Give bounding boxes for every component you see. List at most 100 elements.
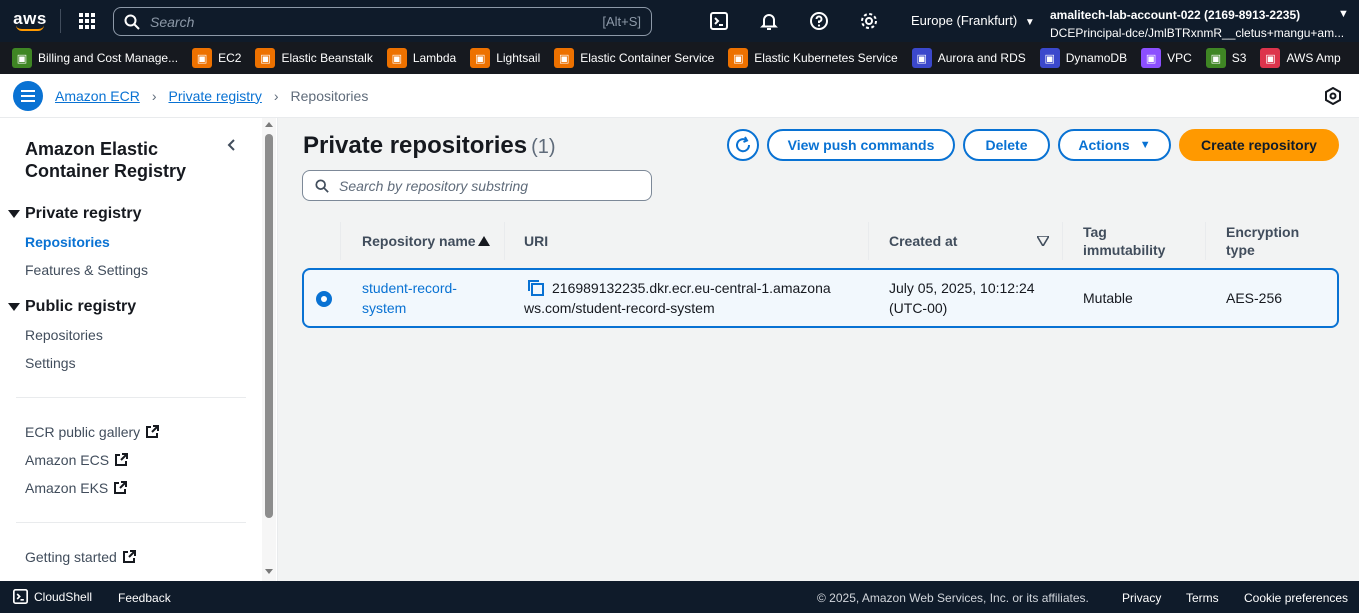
- chevron-right-icon: ›: [273, 87, 279, 104]
- s3-icon: ▣: [1205, 48, 1226, 68]
- repository-name-line: system: [362, 300, 407, 316]
- search-placeholder: Search by repository substring: [339, 177, 529, 194]
- favorite-item[interactable]: ▣ EC2: [192, 48, 241, 68]
- privacy-link[interactable]: Privacy: [1122, 591, 1161, 605]
- repository-name-line: student-record-: [362, 280, 457, 296]
- page-title-text: Private repositories: [303, 132, 528, 159]
- favorite-item[interactable]: ▣ Billing and Cost Manage...: [12, 48, 178, 68]
- search-shortcut: [Alt+S]: [602, 14, 641, 29]
- sidebar-item-public-settings[interactable]: Settings: [25, 355, 76, 371]
- search-placeholder: Search: [150, 13, 195, 30]
- column-header-tag-immutability[interactable]: Tag immutability: [1083, 222, 1183, 260]
- help-icon[interactable]: [799, 0, 839, 42]
- actions-label: Actions: [1078, 137, 1130, 153]
- copy-icon[interactable]: [527, 279, 545, 297]
- copyright-text: © 2025, Amazon Web Services, Inc. or its…: [817, 591, 1089, 605]
- favorite-label: DynamoDB: [1065, 51, 1128, 65]
- favorite-item[interactable]: ▣ Elastic Beanstalk: [255, 48, 373, 68]
- account-menu[interactable]: amalitech-lab-account-022 (2169-8913-223…: [1050, 6, 1350, 42]
- section-label: Private registry: [25, 205, 142, 222]
- sidebar-item-public-repositories[interactable]: Repositories: [25, 327, 103, 343]
- favorite-item[interactable]: ▣ S3: [1205, 48, 1246, 68]
- notifications-bell-icon[interactable]: [749, 0, 789, 42]
- services-grid-icon[interactable]: [61, 0, 113, 42]
- sidenav-section-public[interactable]: Public registry: [8, 298, 136, 316]
- favorite-item[interactable]: ▣ DynamoDB: [1039, 48, 1128, 68]
- cloudshell-icon[interactable]: [699, 0, 739, 42]
- feedback-link[interactable]: Feedback: [118, 591, 171, 605]
- ecs-icon: ▣: [554, 48, 575, 68]
- sidebar-item-amazon-eks[interactable]: Amazon EKS: [25, 480, 128, 496]
- terms-link[interactable]: Terms: [1186, 591, 1219, 605]
- favorite-item[interactable]: ▣ Aurora and RDS: [911, 48, 1026, 68]
- favorite-item[interactable]: ▣ Elastic Container Service: [554, 48, 714, 68]
- column-header-uri[interactable]: URI: [524, 222, 548, 260]
- region-selector[interactable]: Europe (Frankfurt) ▼: [911, 13, 1035, 28]
- breadcrumb-private-registry[interactable]: Private registry: [168, 88, 261, 104]
- created-line: July 05, 2025, 10:12:24: [889, 280, 1035, 296]
- chevron-right-icon: ›: [151, 87, 157, 104]
- favorite-item[interactable]: ▣ Elastic Kubernetes Service: [728, 48, 898, 68]
- divider: [16, 397, 246, 398]
- column-header-encryption-type[interactable]: Encryption type: [1226, 222, 1316, 260]
- favorite-item[interactable]: ▣ AWS Amp: [1260, 48, 1341, 68]
- favorite-item[interactable]: ▣ Lightsail: [470, 48, 540, 68]
- table-row[interactable]: student-record- system 216989132235.dkr.…: [302, 268, 1339, 328]
- delete-button[interactable]: Delete: [963, 129, 1050, 161]
- repository-name-link[interactable]: student-record- system: [362, 278, 457, 318]
- account-caret-down-icon[interactable]: ▼: [1338, 8, 1349, 20]
- refresh-button[interactable]: [727, 129, 759, 161]
- repository-search-input[interactable]: Search by repository substring: [302, 170, 652, 201]
- favorite-label: Elastic Kubernetes Service: [754, 51, 898, 65]
- column-header-created-at[interactable]: Created at: [889, 222, 957, 260]
- sort-ascending-icon[interactable]: [478, 222, 490, 260]
- sidenav-scrollbar[interactable]: [262, 118, 276, 581]
- dynamodb-icon: ▣: [1039, 48, 1060, 68]
- caret-down-icon: [8, 303, 20, 311]
- cloudshell-button[interactable]: CloudShell: [13, 589, 92, 604]
- create-repository-button[interactable]: Create repository: [1179, 129, 1339, 161]
- hamburger-menu-icon[interactable]: [13, 80, 43, 111]
- scrollbar-thumb[interactable]: [265, 134, 273, 518]
- cookie-preferences-link[interactable]: Cookie preferences: [1244, 591, 1348, 605]
- view-push-commands-button[interactable]: View push commands: [767, 129, 955, 161]
- repository-uri: 216989132235.dkr.ecr.eu-central-1.amazon…: [524, 278, 831, 318]
- sidenav-close-icon[interactable]: [225, 138, 239, 155]
- vpc-icon: ▣: [1141, 48, 1162, 68]
- section-label: Public registry: [25, 298, 137, 315]
- sidebar-item-repositories[interactable]: Repositories: [25, 234, 110, 250]
- sidebar-item-features-settings[interactable]: Features & Settings: [25, 262, 148, 278]
- actions-dropdown-button[interactable]: Actions ▼: [1058, 129, 1171, 161]
- favorite-label: VPC: [1167, 51, 1192, 65]
- favorite-label: Elastic Beanstalk: [281, 51, 373, 65]
- scroll-up-icon[interactable]: [265, 122, 273, 127]
- favorite-label: AWS Amp: [1286, 51, 1341, 65]
- row-radio-selected[interactable]: [316, 291, 332, 307]
- amplify-icon: ▣: [1260, 48, 1281, 68]
- favorite-label: Lightsail: [496, 51, 541, 65]
- sidenav-title: Amazon Elastic Container Registry: [25, 139, 187, 181]
- scroll-down-icon[interactable]: [265, 569, 273, 574]
- aws-logo[interactable]: aws: [0, 0, 60, 42]
- sidebar-item-ecr-public-gallery[interactable]: ECR public gallery: [25, 424, 160, 440]
- caret-down-icon: ▼: [1024, 17, 1035, 28]
- encryption-type-value: AES-256: [1226, 290, 1283, 306]
- settings-gear-icon[interactable]: [849, 0, 889, 42]
- favorite-label: EC2: [218, 51, 242, 65]
- favorite-item[interactable]: ▣ VPC: [1141, 48, 1192, 68]
- global-search-input[interactable]: Search [Alt+S]: [113, 7, 652, 36]
- tag-immutability-value: Mutable: [1083, 290, 1133, 306]
- breadcrumb-amazon-ecr[interactable]: Amazon ECR: [55, 88, 140, 104]
- repository-count: (1): [531, 136, 556, 158]
- page-settings-icon[interactable]: [1325, 86, 1341, 108]
- column-header-repository-name[interactable]: Repository name: [362, 222, 482, 260]
- search-icon: [124, 14, 140, 30]
- sort-descending-icon[interactable]: [1037, 222, 1049, 260]
- sidebar-item-amazon-ecs[interactable]: Amazon ECS: [25, 452, 129, 468]
- sidebar-item-getting-started[interactable]: Getting started: [25, 549, 136, 565]
- billing-icon: ▣: [12, 48, 32, 68]
- column-divider: [868, 222, 869, 260]
- caret-down-icon: [8, 210, 20, 218]
- sidenav-section-private[interactable]: Private registry: [8, 205, 142, 223]
- favorite-item[interactable]: ▣ Lambda: [386, 48, 456, 68]
